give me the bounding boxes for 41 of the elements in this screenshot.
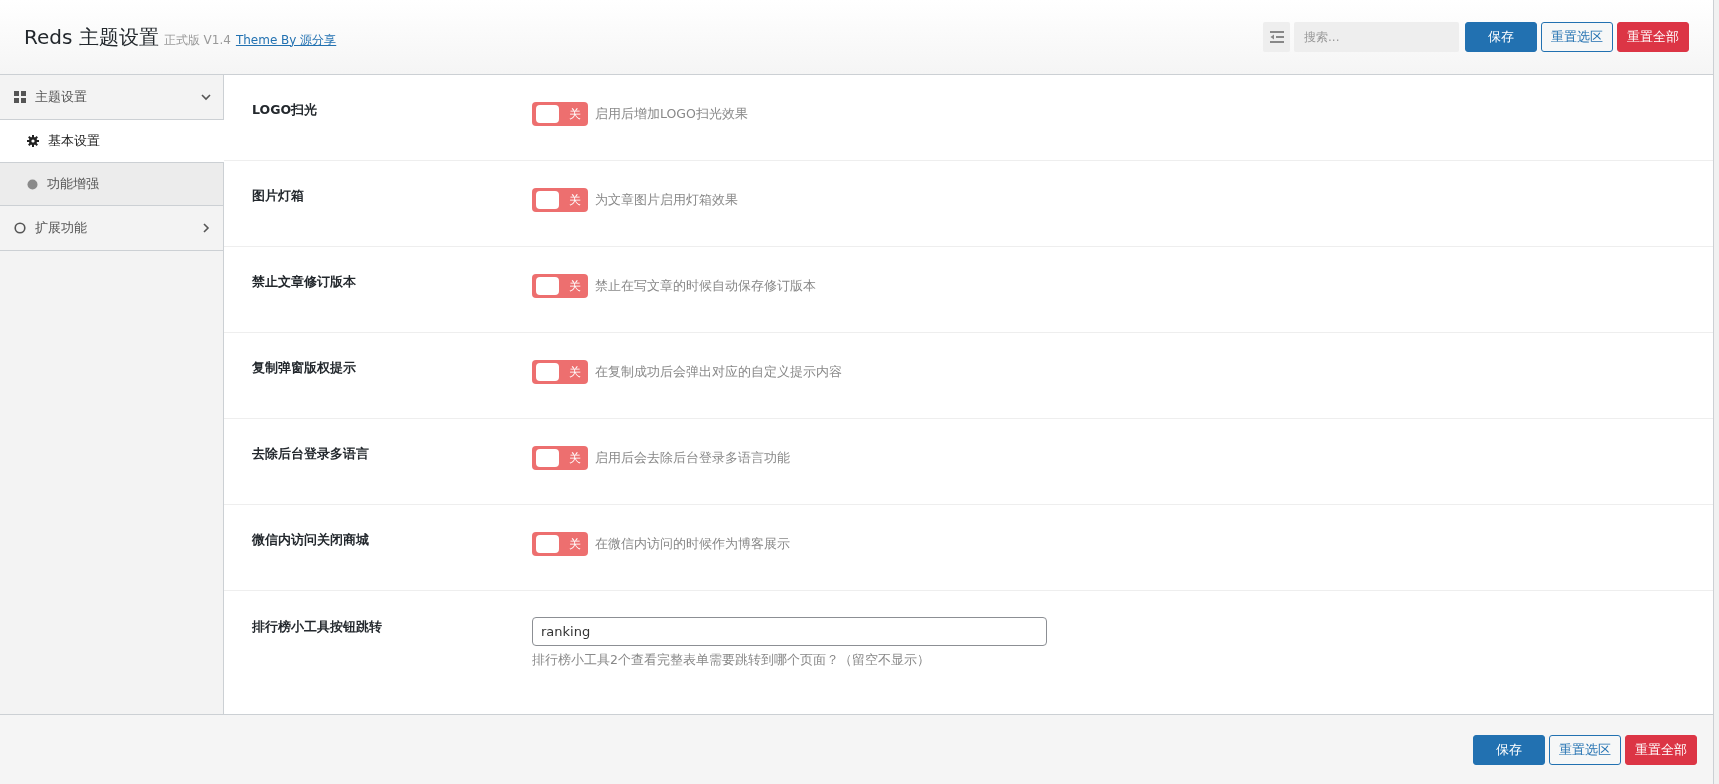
text-input[interactable]: ranking [532,617,1047,646]
footer-button[interactable]: 重置全部 [1625,734,1697,765]
field-description: 禁止在写文章的时候自动保存修订版本 [595,277,816,295]
gear-icon [27,135,39,147]
toggle-switch[interactable]: 关 [532,532,588,556]
toggle-switch[interactable]: 关 [532,446,588,470]
field-label: 微信内访问关闭商城 [252,532,370,549]
sidebar-group[interactable]: 扩展功能 [0,206,223,251]
field-description: 启用后会去除后台登录多语言功能 [595,449,790,467]
footer-button[interactable]: 重置选区 [1549,734,1621,765]
header-button[interactable]: 保存 [1465,22,1537,52]
field-label: 排行榜小工具按钮跳转 [252,619,383,636]
toggle-switch[interactable]: 关 [532,274,588,298]
chevron-icon [201,92,211,102]
field-description: 在复制成功后会弹出对应的自定义提示内容 [595,363,842,381]
field-description: 为文章图片启用灯箱效果 [595,191,738,209]
footer-button[interactable]: 保存 [1473,734,1545,765]
field-label: 禁止文章修订版本 [252,274,357,291]
version-label: 正式版 V1.4 [163,31,231,49]
field-description: 启用后增加LOGO扫光效果 [595,105,748,123]
field-label: LOGO扫光 [252,102,319,119]
field-label: 去除后台登录多语言 [252,446,370,463]
ring-icon [14,222,26,234]
header-button[interactable]: 重置选区 [1541,22,1613,52]
collapse-menu-icon[interactable] [1263,22,1290,52]
sidebar-item[interactable]: 功能增强 [0,163,223,206]
search-field[interactable]: 搜索... [1294,22,1459,52]
header-button[interactable]: 重置全部 [1617,22,1689,52]
field-label: 复制弹窗版权提示 [252,360,357,377]
grid-icon [14,91,26,103]
sidebar-item[interactable]: 基本设置 [0,120,224,163]
dot-icon [27,178,38,190]
field-description: 在微信内访问的时候作为博客展示 [595,535,790,553]
field-help-text: 排行榜小工具2个查看完整表单需要跳转到哪个页面？（留空不显示） [532,652,931,669]
toggle-switch[interactable]: 关 [532,102,588,126]
theme-credit-link[interactable]: Theme By 源分享 [235,31,337,49]
toggle-switch[interactable]: 关 [532,188,588,212]
field-label: 图片灯箱 [252,188,305,205]
chevron-icon [201,223,211,233]
page-title: Reds 主题设置 [24,23,159,51]
toggle-switch[interactable]: 关 [532,360,588,384]
